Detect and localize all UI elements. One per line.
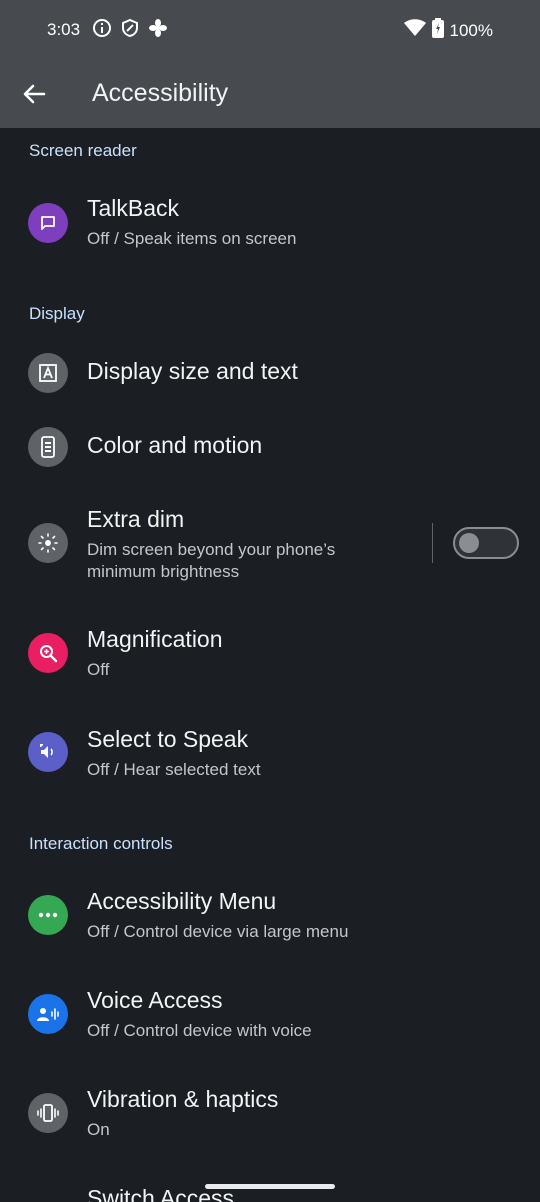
vibration-icon	[28, 1093, 68, 1133]
vibration-haptics-item[interactable]: Vibration & haptics On	[0, 1080, 540, 1160]
color-motion-item[interactable]: Color and motion	[0, 424, 540, 470]
vibration-haptics-title: Vibration & haptics	[87, 1086, 279, 1112]
wifi-icon	[403, 19, 426, 42]
talkback-icon	[28, 203, 68, 243]
vibration-haptics-subtitle: On	[87, 1120, 110, 1139]
gesture-nav-handle[interactable]	[205, 1184, 335, 1189]
info-icon	[92, 18, 112, 43]
accessibility-menu-subtitle: Off / Control device via large menu	[87, 922, 349, 941]
talkback-item[interactable]: TalkBack Off / Speak items on screen	[0, 185, 540, 265]
section-header-interaction: Interaction controls	[29, 834, 173, 853]
accessibility-menu-item[interactable]: Accessibility Menu Off / Control device …	[0, 882, 540, 962]
section-header-screen-reader: Screen reader	[29, 141, 137, 160]
display-size-title: Display size and text	[87, 358, 298, 384]
brightness-low-icon	[28, 523, 68, 563]
magnification-item[interactable]: Magnification Off	[0, 620, 540, 700]
phone-display-icon	[28, 427, 68, 467]
extra-dim-subtitle: Dim screen beyond your phone’s minimum b…	[87, 540, 336, 581]
magnification-subtitle: Off	[87, 660, 110, 679]
select-to-speak-item[interactable]: Select to Speak Off / Hear selected text	[0, 720, 540, 800]
display-size-item[interactable]: Display size and text	[0, 350, 540, 396]
select-to-speak-title: Select to Speak	[87, 726, 249, 752]
page-title: Accessibility	[92, 79, 229, 107]
more-dots-icon	[28, 895, 68, 935]
arrow-left-icon[interactable]	[20, 80, 48, 108]
status-time: 3:03	[47, 20, 81, 39]
extra-dim-title: Extra dim	[87, 506, 185, 532]
talkback-title: TalkBack	[87, 195, 180, 221]
voice-access-item[interactable]: Voice Access Off / Control device with v…	[0, 981, 540, 1061]
status-bar: 3:03 100%	[0, 0, 540, 60]
magnifier-icon	[28, 633, 68, 673]
voice-person-icon	[28, 994, 68, 1034]
select-to-speak-subtitle: Off / Hear selected text	[87, 760, 261, 779]
shield-icon	[120, 18, 140, 43]
talkback-subtitle: Off / Speak items on screen	[87, 229, 297, 248]
text-size-icon	[28, 353, 68, 393]
toggle-divider	[432, 523, 433, 563]
voice-access-title: Voice Access	[87, 987, 223, 1013]
battery-percent: 100%	[449, 20, 493, 40]
color-motion-title: Color and motion	[87, 432, 263, 458]
app-bar: Accessibility	[0, 60, 540, 128]
extra-dim-toggle[interactable]	[453, 527, 519, 559]
battery-icon	[431, 18, 444, 43]
section-header-display: Display	[29, 304, 85, 323]
extra-dim-item[interactable]: Extra dim Dim screen beyond your phone’s…	[0, 500, 540, 590]
voice-access-subtitle: Off / Control device with voice	[87, 1021, 312, 1040]
speaker-icon	[28, 732, 68, 772]
toggle-knob	[459, 533, 479, 553]
accessibility-menu-title: Accessibility Menu	[87, 888, 277, 914]
magnification-title: Magnification	[87, 626, 223, 652]
fan-icon	[148, 18, 168, 43]
